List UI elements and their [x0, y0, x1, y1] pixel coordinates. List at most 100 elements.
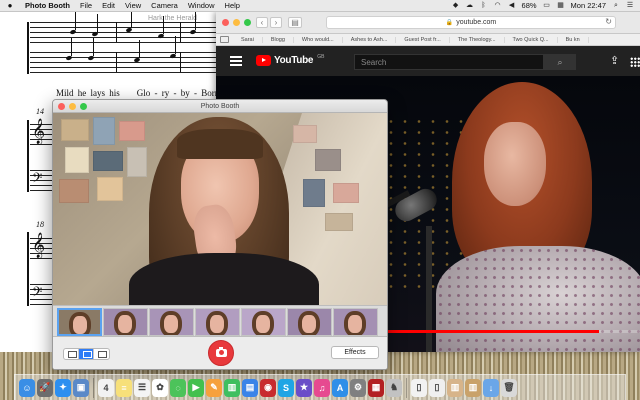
zoom-window-icon[interactable]	[244, 19, 251, 26]
menu-camera[interactable]: Camera	[146, 1, 183, 10]
camera-icon	[215, 347, 227, 357]
photos-icon[interactable]: ✿	[152, 378, 168, 397]
bookmark-item[interactable]: Two Quick Q...	[505, 36, 558, 43]
numbers-icon[interactable]: ▥	[224, 378, 240, 397]
bookmark-item[interactable]: Who would...	[294, 36, 343, 43]
photo-thumbnail[interactable]	[103, 308, 148, 336]
wall-poster	[315, 149, 341, 171]
search-icon[interactable]: ⌕	[544, 54, 576, 70]
trash-icon[interactable]: 🗑	[501, 378, 517, 397]
calendar-icon[interactable]: 4	[98, 378, 114, 397]
finder-icon[interactable]: ☺	[19, 378, 35, 397]
downloads-folder-icon[interactable]: ↓	[483, 378, 499, 397]
app-store-icon[interactable]: A	[332, 378, 348, 397]
imovie-icon[interactable]: ★	[296, 378, 312, 397]
apps-grid-icon[interactable]	[630, 57, 640, 67]
app-menu[interactable]: Photo Booth	[20, 1, 75, 10]
menu-view[interactable]: View	[120, 1, 146, 10]
cloud-icon[interactable]: ☁	[466, 2, 474, 10]
dropbox-icon[interactable]: ◆	[452, 2, 460, 10]
photo-thumbnail[interactable]	[241, 308, 286, 336]
safari-icon[interactable]: ✦	[55, 378, 71, 397]
menu-edit[interactable]: Edit	[97, 1, 120, 10]
bookmark-item[interactable]: Blogg	[263, 36, 294, 43]
desktop-stack-icon[interactable]: ▥	[465, 378, 481, 397]
video-progress-bar[interactable]	[386, 330, 640, 333]
close-window-icon[interactable]	[222, 19, 229, 26]
photo-thumbnail[interactable]	[333, 308, 378, 336]
preview-icon[interactable]: ▣	[73, 378, 89, 397]
bookmark-item[interactable]: The Theology...	[450, 36, 505, 43]
reminders-icon[interactable]: ☰	[134, 378, 150, 397]
upload-icon[interactable]: ⇪	[610, 54, 619, 67]
photo-booth-icon[interactable]: ◉	[260, 378, 276, 397]
thumbnail-face	[73, 316, 87, 334]
game-icon[interactable]: ♞	[386, 378, 402, 397]
bookmark-item[interactable]: Guest Post fr...	[396, 36, 450, 43]
notes-icon[interactable]: ≡	[116, 378, 132, 397]
document-icon-2[interactable]: ▯	[429, 378, 445, 397]
bass-clef-icon: 𝄢	[32, 284, 43, 303]
volume-icon[interactable]: ◀	[508, 2, 516, 10]
notification-center-icon[interactable]: ☰	[626, 2, 634, 10]
address-bar[interactable]: 🔒 youtube.com	[326, 16, 616, 29]
wifi-icon[interactable]: ◠	[494, 2, 502, 10]
show-all-bookmarks-icon[interactable]	[220, 36, 229, 43]
close-window-icon[interactable]	[58, 103, 65, 110]
back-button[interactable]: ‹	[256, 17, 268, 28]
wall-poster	[61, 119, 89, 141]
menu-bar: ● Photo Booth File Edit View Camera Wind…	[0, 0, 640, 12]
effects-button[interactable]: Effects	[331, 346, 379, 359]
lyric-syllable: he	[77, 88, 87, 98]
hamburger-menu-icon[interactable]	[230, 56, 242, 68]
wall-poster	[59, 179, 89, 203]
single-photo-layout-icon[interactable]	[79, 349, 94, 359]
minimize-window-icon[interactable]	[69, 103, 76, 110]
take-photo-button[interactable]	[208, 340, 234, 366]
skype-icon[interactable]: S	[278, 378, 294, 397]
thumbnail-face	[210, 315, 224, 333]
launchpad-icon[interactable]: 🚀	[37, 378, 53, 397]
photo-thumbnail[interactable]	[287, 308, 332, 336]
bookmark-item[interactable]: Ashes to Ash...	[343, 36, 397, 43]
menu-window[interactable]: Window	[183, 1, 220, 10]
reload-icon[interactable]: ↻	[605, 17, 612, 26]
sidebar-icon[interactable]: ▤	[288, 17, 302, 28]
photo-booth-titlebar[interactable]: Photo Booth	[53, 100, 387, 113]
four-photo-layout-icon[interactable]	[64, 349, 79, 359]
video-layout-icon[interactable]	[94, 349, 109, 359]
youtube-search-input[interactable]: Search	[354, 54, 544, 70]
minimize-window-icon[interactable]	[233, 19, 240, 26]
facetime-icon[interactable]: ▶	[188, 378, 204, 397]
downloads-stack-icon[interactable]: ▥	[447, 378, 463, 397]
safari-toolbar: ‹ › ▤ 🔒 youtube.com ↻	[216, 12, 640, 34]
document-icon[interactable]: ▯	[411, 378, 427, 397]
photo-booth-controls: Effects	[53, 337, 387, 369]
battery-percentage[interactable]: 68%	[522, 1, 537, 10]
pages-icon[interactable]: ✎	[206, 378, 222, 397]
menu-help[interactable]: Help	[220, 1, 245, 10]
photo-thumbnail[interactable]	[57, 308, 102, 336]
forward-button[interactable]: ›	[270, 17, 282, 28]
flag-icon[interactable]: ▦	[557, 2, 565, 10]
photo-thumbnail[interactable]	[149, 308, 194, 336]
youtube-logo[interactable]: YouTube GB	[256, 54, 324, 66]
keynote-icon[interactable]: ▤	[242, 378, 258, 397]
bluetooth-icon[interactable]: ᛒ	[480, 2, 488, 10]
photo-thumbnail[interactable]	[195, 308, 240, 336]
apple-menu-icon[interactable]: ●	[0, 1, 20, 10]
system-preferences-icon[interactable]: ⚙	[350, 378, 366, 397]
photo-booth-app-icon[interactable]: ▦	[368, 378, 384, 397]
bookmark-item[interactable]: Bu kn	[558, 36, 589, 43]
staff-treble-2	[30, 36, 221, 74]
itunes-icon[interactable]: ♫	[314, 378, 330, 397]
zoom-window-icon[interactable]	[80, 103, 87, 110]
youtube-play-icon	[256, 55, 271, 66]
clock[interactable]: Mon 22:47	[571, 1, 606, 10]
spotlight-icon[interactable]: ⌕	[612, 2, 620, 10]
bookmark-item[interactable]: Sarai	[233, 36, 263, 43]
battery-icon[interactable]: ▭	[543, 2, 551, 10]
messages-icon[interactable]: ◌	[170, 378, 186, 397]
menu-file[interactable]: File	[75, 1, 97, 10]
wall-poster	[97, 177, 123, 201]
